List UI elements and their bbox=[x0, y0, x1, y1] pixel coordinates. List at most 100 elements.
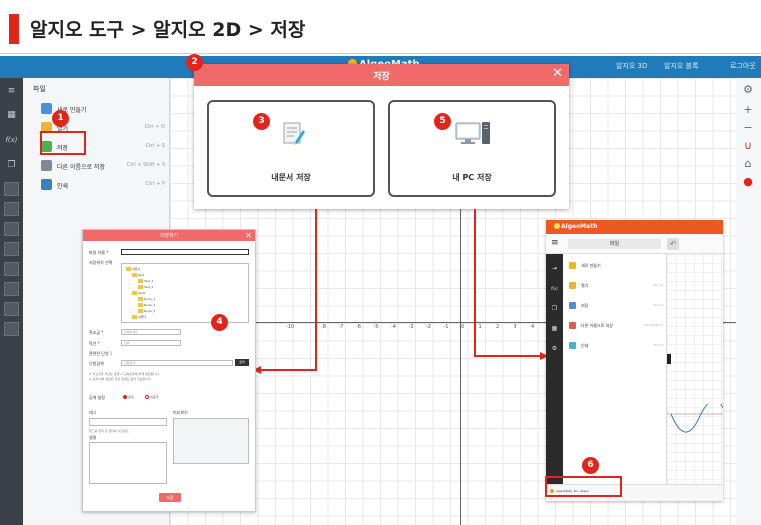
nav-link-block[interactable]: 알지오 블록 bbox=[664, 61, 698, 71]
select-tool-icon[interactable] bbox=[4, 182, 19, 196]
related-unit-label: 관련된 단원 ] bbox=[89, 351, 112, 356]
table-icon[interactable]: ▦ bbox=[3, 108, 20, 122]
folder-icon bbox=[138, 279, 143, 283]
save-as-icon bbox=[569, 322, 576, 329]
print-icon bbox=[569, 342, 576, 349]
save-to-mypc-label: 내 PC 저장 bbox=[452, 173, 492, 182]
root: 알지오 도구 > 알지오 2D > 저장 AlgeoMath 알지오 3D 알지… bbox=[0, 0, 761, 525]
close-icon[interactable]: ✕ bbox=[245, 230, 252, 241]
right-toolbar: ⚙ + − ∪ ⌂ ● bbox=[736, 78, 761, 525]
radio-private[interactable]: 비공개 bbox=[145, 395, 158, 399]
mobile-side-toolbar: ⇥ f(x) ❐ ▦ ⚙ bbox=[546, 254, 563, 484]
mobile-file-bar: ≡ 파일 ↶ bbox=[546, 234, 723, 254]
tree-node[interactable]: 내폴더 bbox=[132, 315, 146, 319]
gear-icon[interactable]: ⚙ bbox=[550, 344, 559, 353]
folder-icon bbox=[138, 297, 143, 301]
mobile-menu-new[interactable]: 새로 만들기 bbox=[569, 260, 665, 272]
tree-node[interactable]: Node_2 bbox=[138, 303, 155, 307]
subject-label: 학년 * bbox=[89, 341, 100, 346]
menu-icon[interactable]: ≡ bbox=[551, 239, 559, 248]
title-divider bbox=[0, 53, 761, 54]
unit-search-label: 단원검색 bbox=[89, 361, 104, 366]
settings-tool-icon[interactable] bbox=[4, 322, 19, 336]
download-highlight bbox=[545, 476, 622, 497]
gear-icon[interactable]: ⚙ bbox=[741, 84, 755, 96]
tree-node[interactable]: Test1 bbox=[132, 291, 146, 295]
point-tool-icon[interactable] bbox=[4, 202, 19, 216]
function-icon[interactable]: f(x) bbox=[3, 133, 20, 147]
file-menu-print[interactable]: 인쇄 Ctrl + P bbox=[41, 178, 169, 192]
description-textarea[interactable] bbox=[89, 442, 167, 484]
file-menu-save-as[interactable]: 다른 이름으로 저장 Ctrl + Shift + S bbox=[41, 159, 169, 173]
close-icon[interactable]: ✕ bbox=[552, 66, 563, 82]
folder-icon bbox=[138, 309, 143, 313]
axis-tick-label: -8 bbox=[321, 324, 326, 330]
tree-node[interactable]: Node_3 bbox=[138, 309, 155, 313]
zoom-in-icon[interactable]: + bbox=[741, 104, 755, 116]
tree-node[interactable]: Test_1 bbox=[138, 279, 153, 283]
transform-tool-icon[interactable] bbox=[4, 302, 19, 316]
mobile-menu-save-as[interactable]: 다른 이름으로 저장 Ctrl+Shift+S bbox=[569, 320, 665, 332]
title-accent-bar bbox=[9, 14, 19, 44]
save-item-highlight bbox=[40, 131, 86, 155]
step-badge-3: 3 bbox=[253, 113, 270, 130]
save-button[interactable]: 저장 bbox=[159, 493, 181, 502]
record-icon[interactable]: ● bbox=[741, 176, 755, 188]
grade-label: 학교급 * bbox=[89, 330, 104, 335]
filename-input[interactable] bbox=[121, 249, 249, 255]
nav-link-logout[interactable]: 로그아웃 bbox=[730, 61, 756, 71]
tree-node[interactable]: 내문서 bbox=[126, 267, 140, 271]
mobile-save-screen: AlgeoMath ≡ 파일 ↶ ⇥ f(x) ❐ ▦ ⚙ 새로 만들기 열기 … bbox=[546, 220, 723, 501]
document-edit-icon bbox=[283, 122, 305, 145]
folder-icon bbox=[132, 291, 137, 295]
mobile-menu-save[interactable]: 저장 Ctrl+S bbox=[569, 300, 665, 312]
home-icon[interactable]: ⌂ bbox=[741, 158, 755, 170]
mobile-graph-canvas[interactable] bbox=[667, 254, 723, 484]
radio-public[interactable]: 공개 bbox=[123, 395, 134, 399]
line-tool-icon[interactable] bbox=[4, 222, 19, 236]
subject-select[interactable]: 선택 bbox=[121, 340, 181, 346]
axis-tick-label: -3 bbox=[408, 324, 414, 330]
table-icon[interactable]: ▦ bbox=[550, 324, 559, 333]
unit-search-input[interactable]: 단원검색 bbox=[121, 360, 233, 366]
mobile-menu-open[interactable]: 열기 Ctrl+O bbox=[569, 280, 665, 292]
axis-tick-label: -1 bbox=[443, 324, 449, 330]
tree-node[interactable]: Test_2 bbox=[138, 285, 153, 289]
folder-tree[interactable]: 내문서 Test Test_1 Test_2 Test1 Node_1 Node… bbox=[121, 263, 249, 323]
menu-icon[interactable]: ≡ bbox=[3, 84, 20, 98]
save-to-mydocs-label: 내문서 저장 bbox=[271, 173, 311, 182]
function-icon[interactable]: f(x) bbox=[550, 284, 559, 293]
circle-tool-icon[interactable] bbox=[4, 242, 19, 256]
save-icon bbox=[569, 302, 576, 309]
preview-box bbox=[173, 418, 249, 464]
tree-node[interactable]: Node_1 bbox=[138, 297, 155, 301]
polygon-tool-icon[interactable] bbox=[4, 262, 19, 276]
mobile-file-pill[interactable]: 파일 bbox=[568, 239, 661, 249]
page-header: 알지오 도구 > 알지오 2D > 저장 bbox=[0, 0, 761, 54]
angle-tool-icon[interactable] bbox=[4, 282, 19, 296]
step-badge-4: 4 bbox=[211, 314, 228, 331]
nav-link-3d[interactable]: 알지오 3D bbox=[616, 61, 647, 71]
unit-search-button[interactable]: 검색 bbox=[235, 359, 249, 366]
layers-icon[interactable]: ❐ bbox=[550, 304, 559, 313]
folder-icon bbox=[138, 285, 143, 289]
undo-icon[interactable]: ↶ bbox=[667, 238, 679, 250]
connector-line-mypc-vertical bbox=[474, 209, 476, 357]
notice-text: ※ 학교급과 학년은 공개 시 교육과정에 맞게 분류됩니다. bbox=[89, 372, 160, 376]
zoom-out-icon[interactable]: − bbox=[741, 122, 755, 134]
step-badge-5: 5 bbox=[434, 113, 451, 130]
export-icon[interactable]: ⇥ bbox=[550, 264, 559, 273]
save-to-mydocs-button[interactable]: 내문서 저장 bbox=[207, 100, 375, 197]
save-to-mypc-button[interactable]: 내 PC 저장 bbox=[388, 100, 556, 197]
grade-select[interactable]: 선택하세요 bbox=[121, 329, 181, 335]
tree-node[interactable]: Test bbox=[132, 273, 144, 277]
save-as-icon bbox=[41, 160, 52, 171]
axis-tick-label: 0 bbox=[461, 324, 465, 330]
tags-input[interactable] bbox=[89, 418, 167, 426]
layers-icon[interactable]: ❐ bbox=[3, 158, 20, 172]
mobile-menu-print[interactable]: 인쇄 Ctrl+P bbox=[569, 340, 665, 352]
sine-curve bbox=[667, 404, 723, 433]
magnet-icon[interactable]: ∪ bbox=[741, 140, 755, 152]
panel-toggle-handle[interactable] bbox=[667, 354, 671, 364]
computer-icon bbox=[455, 122, 490, 144]
